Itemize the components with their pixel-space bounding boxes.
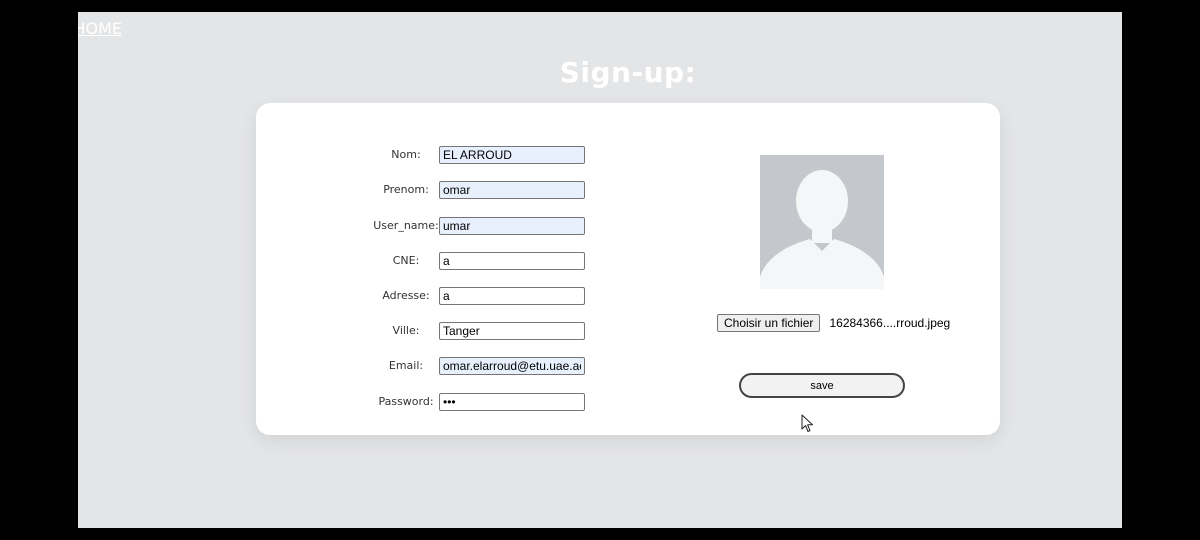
form-row-ville: Ville: xyxy=(256,322,596,342)
cne-input[interactable] xyxy=(439,252,585,270)
choose-file-button[interactable]: Choisir un fichier xyxy=(717,313,821,332)
form-row-adresse: Adresse: xyxy=(256,287,596,307)
save-button[interactable]: save xyxy=(739,373,905,398)
form-row-username: User_name: xyxy=(256,217,596,237)
prenom-input[interactable] xyxy=(439,181,585,199)
ville-input[interactable] xyxy=(439,322,585,340)
form-row-email: Email: xyxy=(256,357,596,377)
form-row-prenom: Prenom: xyxy=(256,181,596,201)
selected-file-name: 16284366....rroud.jpeg xyxy=(829,315,951,330)
user-silhouette-icon xyxy=(760,155,884,289)
page-title: Sign-up: xyxy=(559,56,697,89)
form-row-nom: Nom: xyxy=(256,146,596,166)
nom-input[interactable] xyxy=(439,146,585,164)
email-input[interactable] xyxy=(439,357,585,375)
app-screen: HOME Sign-up: Nom: Prenom: User_name: CN… xyxy=(78,12,1122,528)
profile-photo xyxy=(760,155,884,289)
password-input[interactable] xyxy=(439,393,585,411)
file-picker: Choisir un fichier 16284366....rroud.jpe… xyxy=(717,312,950,332)
mouse-cursor-icon xyxy=(801,414,813,432)
signup-card: Nom: Prenom: User_name: CNE: Adresse: Vi… xyxy=(256,103,1000,435)
username-input[interactable] xyxy=(439,217,585,235)
form-row-password: Password: xyxy=(256,393,596,413)
form-row-cne: CNE: xyxy=(256,252,596,272)
home-link[interactable]: HOME xyxy=(78,19,122,38)
adresse-input[interactable] xyxy=(439,287,585,305)
